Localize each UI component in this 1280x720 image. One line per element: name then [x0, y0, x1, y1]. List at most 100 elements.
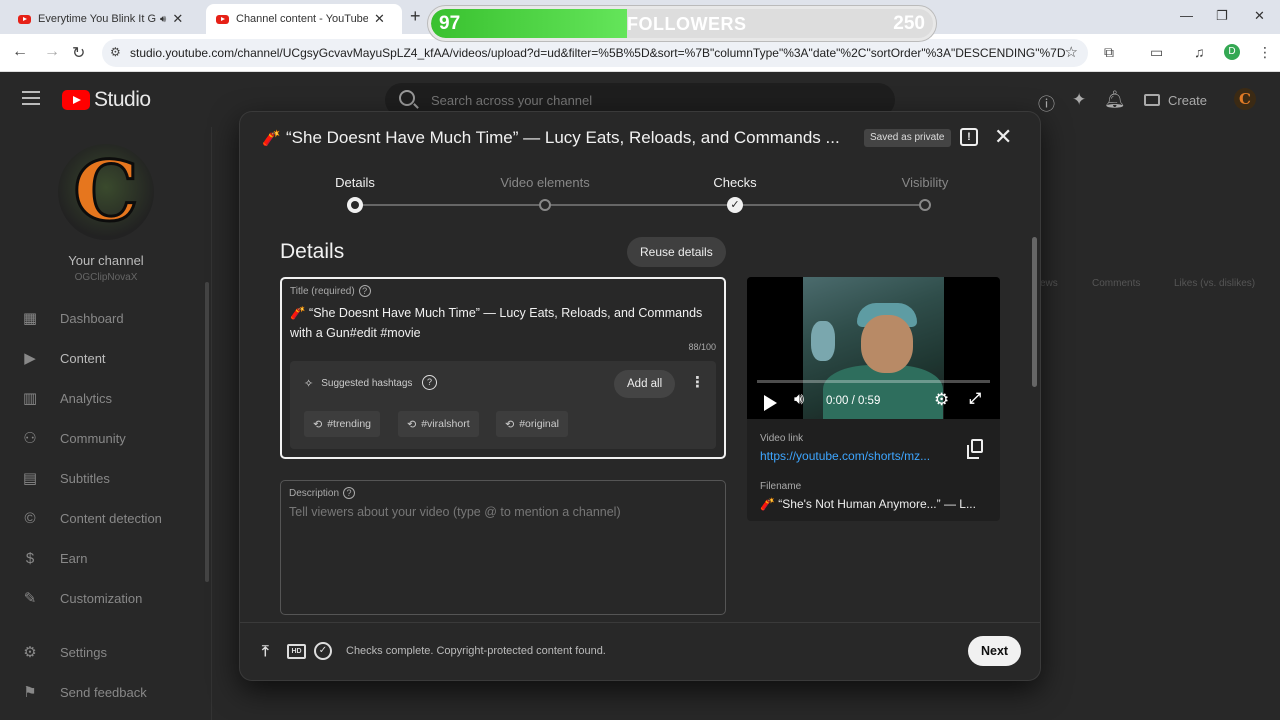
sidebar-item-dashboard[interactable]: ▦ Dashboard — [0, 300, 210, 336]
sidebar-item-content-detection[interactable]: © Content detection — [0, 500, 210, 536]
fullscreen-icon[interactable]: ⤢ — [969, 390, 981, 407]
add-all-button[interactable]: Add all — [614, 370, 676, 398]
sidebar-item-content[interactable]: ▶︎ Content — [0, 340, 210, 376]
step-details[interactable]: Details — [335, 175, 375, 190]
column-header-likes[interactable]: Likes (vs. dislikes) — [1174, 278, 1255, 289]
search-placeholder: Search across your channel — [431, 93, 593, 108]
back-icon[interactable]: ← — [12, 43, 28, 61]
window-close-icon[interactable]: ✕ — [1254, 8, 1265, 24]
close-icon[interactable]: ✕ — [994, 124, 1012, 150]
sidebar-item-label: Dashboard — [60, 310, 124, 326]
step-checks-checkmark-icon[interactable]: ✓ — [727, 197, 743, 213]
reuse-details-button[interactable]: Reuse details — [627, 237, 726, 267]
video-player[interactable]: 🔊︎ 0:00 / 0:59 ⚙︎ ⤢ — [747, 277, 1000, 419]
maximize-icon[interactable]: ❐ — [1216, 8, 1228, 24]
address-bar[interactable]: ⚙︎ studio.youtube.com/channel/UCgsyGcvav… — [102, 39, 1088, 67]
url-text: studio.youtube.com/channel/UCgsyGcvavMay… — [130, 46, 1066, 60]
step-visibility-marker[interactable] — [919, 199, 931, 211]
followers-goal-bar: 97 FOLLOWERS 250 — [428, 6, 936, 41]
checks-complete-icon[interactable]: ✓ — [314, 642, 332, 660]
step-video-elements-marker[interactable] — [539, 199, 551, 211]
hashtag-chip[interactable]: ⟲ #trending — [304, 411, 381, 437]
title-emoji-icon: 🧨 — [262, 130, 281, 147]
title-input[interactable]: 🧨 “She Doesnt Have Much Time” — Lucy Eat… — [290, 303, 710, 343]
sidebar-item-label: Community — [60, 430, 126, 446]
title-field[interactable]: Title (required)? 🧨 “She Doesnt Have Muc… — [280, 277, 726, 459]
volume-icon[interactable]: 🔊︎ — [794, 391, 804, 409]
sidebar-item-send-feedback[interactable]: ⚑ Send feedback — [0, 674, 210, 710]
browser-menu-icon[interactable]: ⋮ — [1258, 44, 1272, 61]
thumbnail-figure — [861, 315, 913, 373]
step-visibility[interactable]: Visibility — [902, 175, 949, 190]
channel-avatar[interactable]: C — [58, 144, 154, 240]
filename-text: “She's Not Human Anymore...” — L... — [778, 497, 976, 511]
extensions-icon[interactable]: ⧉ — [1104, 44, 1114, 61]
browser-tab-2[interactable]: Channel content - YouTube Stu ✕ — [206, 4, 402, 34]
description-label-text: Description — [289, 488, 340, 499]
step-details-marker[interactable] — [347, 197, 363, 213]
help-icon[interactable]: ? — [358, 285, 371, 297]
browser-profile-avatar[interactable]: D — [1224, 44, 1240, 60]
sidebar-item-customization[interactable]: ✎ Customization — [0, 580, 210, 616]
sidebar-item-label: Content — [60, 350, 106, 366]
sidebar-item-subtitles[interactable]: ▤ Subtitles — [0, 460, 210, 496]
report-issue-icon[interactable]: ! — [960, 128, 978, 146]
bookmark-star-icon[interactable]: ☆ — [1065, 43, 1078, 61]
suggested-hashtags-panel: ✧ Suggested hashtags ? Add all ⋮ ⟲ #tren… — [290, 361, 716, 449]
subtitles-icon: ▤ — [22, 470, 38, 487]
analytics-icon: ▥ — [22, 390, 38, 407]
forward-icon[interactable]: → — [44, 43, 60, 61]
tab-close-icon[interactable]: ✕ — [172, 11, 183, 27]
speaker-icon[interactable]: 🔊︎ — [160, 14, 166, 25]
tab-close-icon[interactable]: ✕ — [374, 11, 385, 27]
step-video-elements[interactable]: Video elements — [500, 175, 589, 190]
menu-icon[interactable] — [22, 91, 40, 109]
hashtag-chip[interactable]: ⟲ #viralshort — [398, 411, 479, 437]
video-link[interactable]: https://youtube.com/shorts/mz... — [760, 449, 950, 463]
column-header-comments[interactable]: Comments — [1092, 278, 1140, 289]
sparkle-icon: ✧ — [304, 378, 314, 390]
sidebar-item-community[interactable]: ⚇ Community — [0, 420, 210, 456]
description-field[interactable]: Description? Tell viewers about your vid… — [280, 480, 726, 615]
column-header-views[interactable]: ews — [1040, 278, 1058, 289]
upload-icon[interactable]: ⤒ — [262, 643, 269, 660]
sparkle-icon[interactable]: ✦ — [1072, 90, 1086, 110]
followers-label: FOLLOWERS — [627, 14, 747, 34]
browser-tab-1[interactable]: Everytime You Blink It Gets ( 🔊︎ ✕ — [8, 4, 193, 34]
checks-status-text: Checks complete. Copyright-protected con… — [346, 645, 606, 657]
create-button[interactable]: Create — [1144, 87, 1207, 113]
sidebar-item-settings[interactable]: ⚙︎ Settings — [0, 634, 210, 670]
video-link-label: Video link — [760, 433, 804, 444]
studio-logo[interactable]: Studio — [62, 88, 151, 112]
cast-icon[interactable]: ▭ — [1150, 44, 1163, 61]
more-options-icon[interactable]: ⋮ — [690, 373, 705, 391]
copy-icon[interactable] — [967, 439, 983, 459]
site-info-icon[interactable]: ⚙︎ — [110, 45, 121, 59]
help-icon[interactable]: ? — [422, 375, 437, 390]
media-control-icon[interactable]: ♫ — [1194, 44, 1205, 60]
gear-icon[interactable]: ⚙︎ — [934, 390, 949, 410]
sidebar-scrollbar[interactable] — [205, 282, 209, 582]
play-icon[interactable] — [764, 395, 777, 411]
reload-icon[interactable]: ↻ — [72, 43, 85, 63]
next-button[interactable]: Next — [968, 636, 1022, 666]
account-avatar[interactable]: C — [1234, 88, 1256, 110]
hashtag-chip-label: #viralshort — [421, 418, 470, 430]
hashtag-chip[interactable]: ⟲ #original — [496, 411, 568, 437]
hd-icon[interactable]: HD — [287, 644, 306, 659]
dialog-scrollbar[interactable] — [1032, 237, 1037, 387]
sidebar-item-analytics[interactable]: ▥ Analytics — [0, 380, 210, 416]
help-icon[interactable]: ? — [343, 487, 356, 499]
new-tab-icon[interactable]: + — [410, 6, 421, 27]
history-icon: ⟲ — [407, 418, 417, 431]
notifications-icon[interactable]: 🔔︎ — [1104, 90, 1126, 110]
help-icon[interactable]: ⓘ — [1038, 90, 1055, 115]
video-progress-bar[interactable] — [757, 380, 990, 383]
community-icon: ⚇ — [23, 430, 37, 447]
step-checks[interactable]: Checks — [713, 175, 756, 190]
feedback-icon: ⚑ — [23, 684, 37, 701]
minimize-icon[interactable]: — — [1180, 8, 1193, 23]
sidebar-item-earn[interactable]: $ Earn — [0, 540, 210, 576]
title-input-text: “She Doesnt Have Much Time” — Lucy Eats,… — [290, 306, 703, 340]
youtube-favicon-icon — [216, 14, 229, 24]
